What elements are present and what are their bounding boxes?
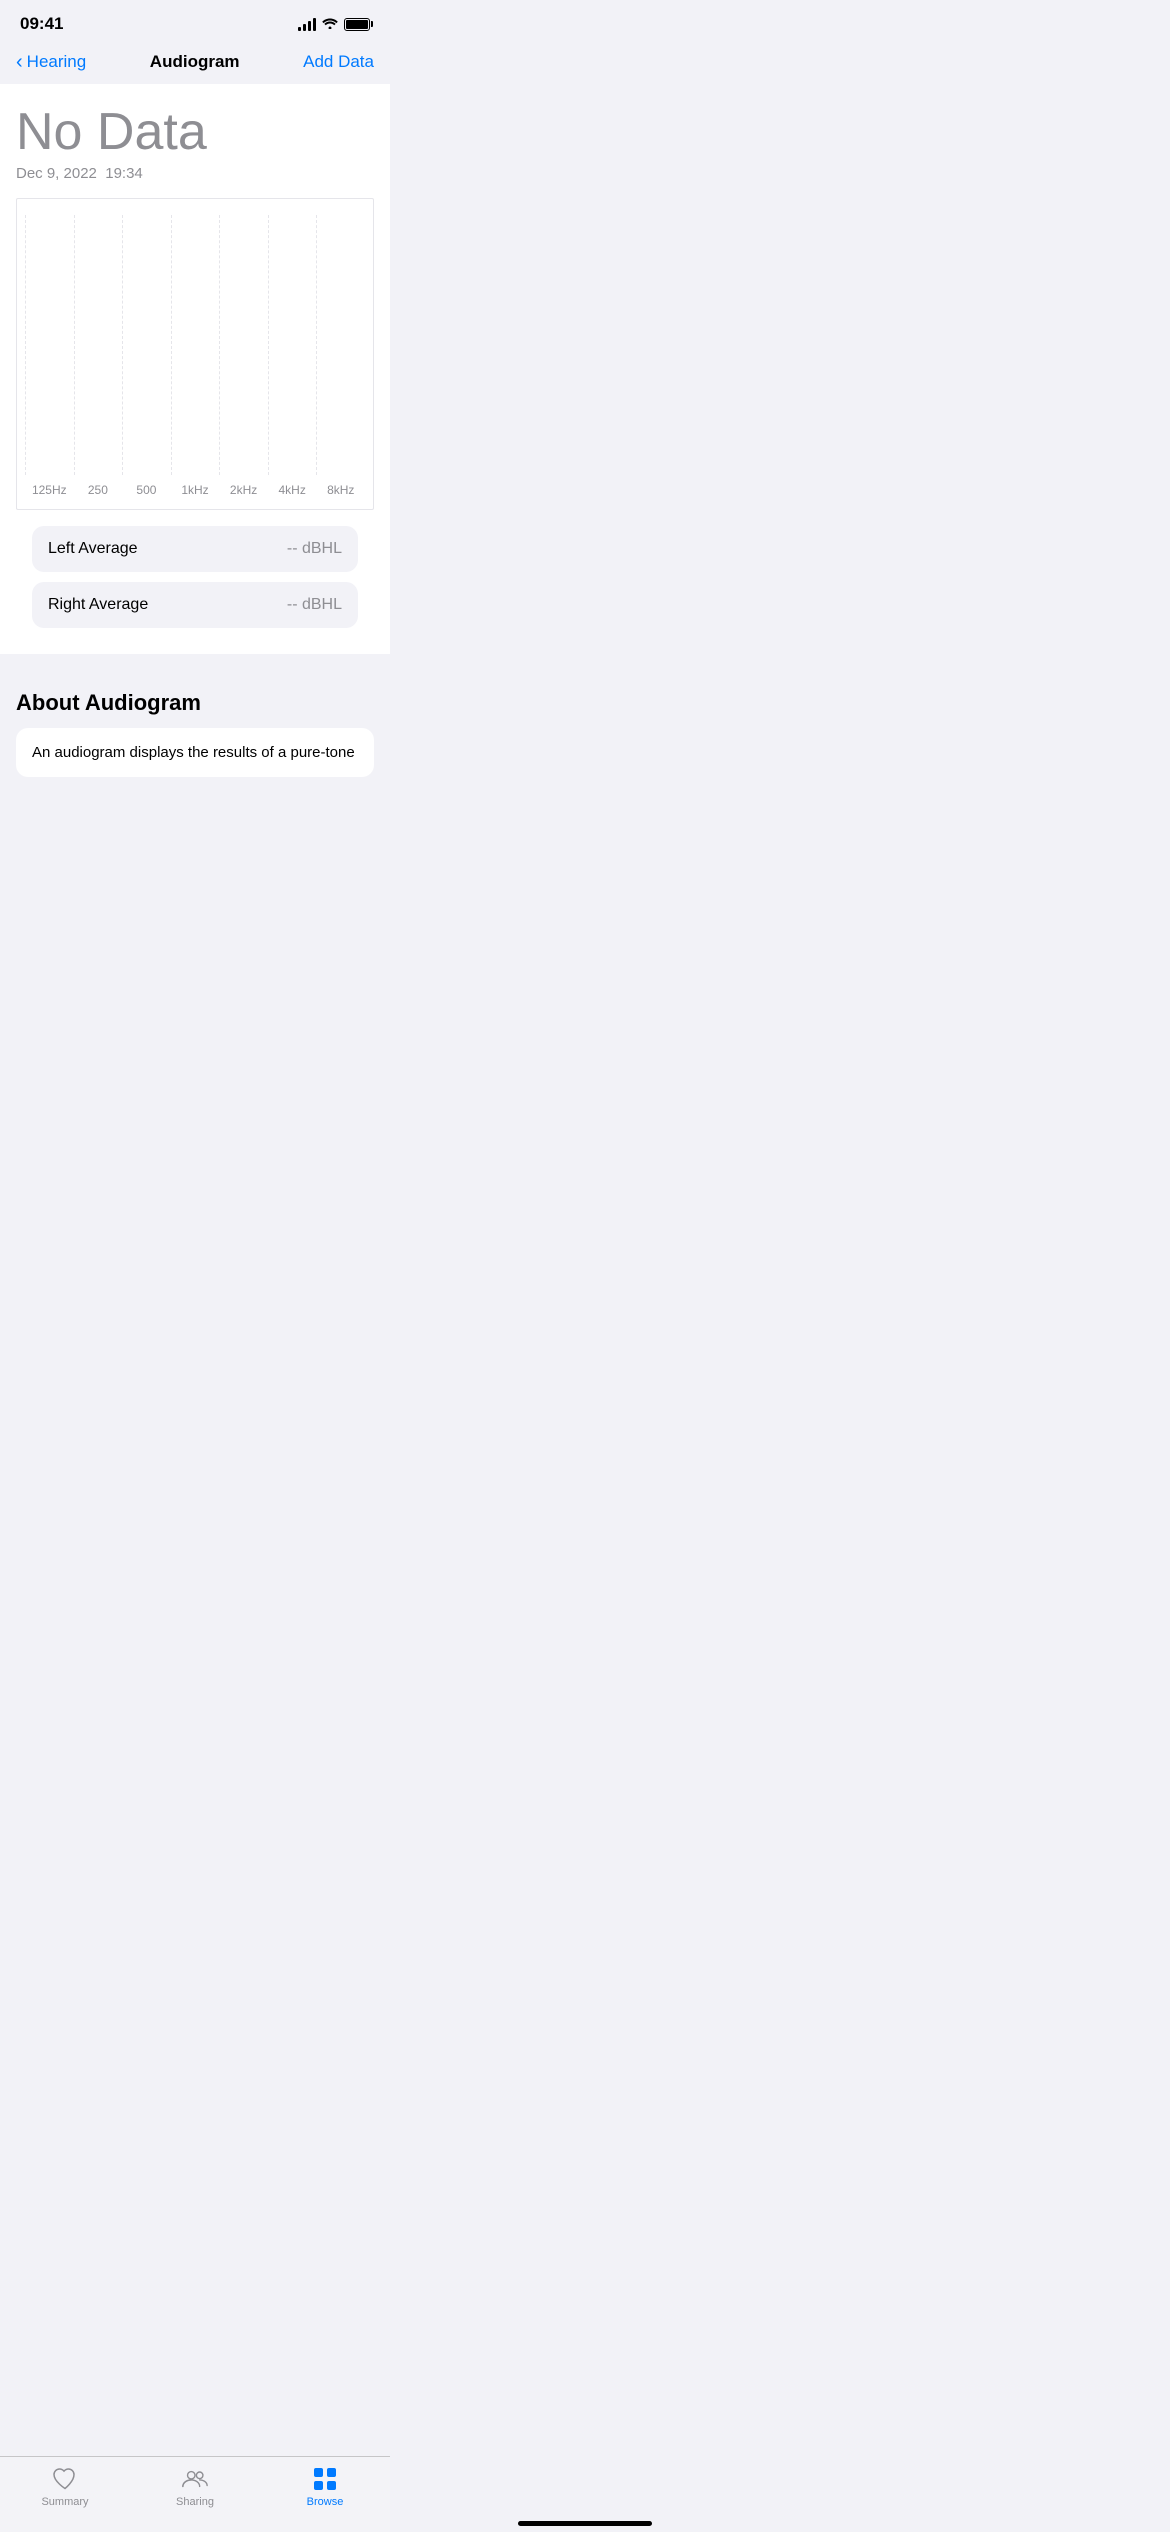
chart-label-1khz: 1kHz xyxy=(171,483,220,497)
status-icons xyxy=(298,16,370,32)
nav-bar: ‹ Hearing Audiogram Add Data xyxy=(0,42,390,84)
chart-col-7 xyxy=(317,215,365,475)
status-bar: 09:41 xyxy=(0,0,390,42)
right-average-value: -- dBHL xyxy=(287,596,342,614)
about-card: An audiogram displays the results of a p… xyxy=(16,728,374,777)
left-average-label: Left Average xyxy=(48,540,138,558)
right-average-card: Right Average -- dBHL xyxy=(32,582,358,628)
page-title: Audiogram xyxy=(150,52,240,72)
chart-label-2khz: 2kHz xyxy=(219,483,268,497)
signal-icon xyxy=(298,17,316,31)
people-icon xyxy=(181,2465,209,2493)
chart-col-5 xyxy=(220,215,269,475)
about-title: About Audiogram xyxy=(16,690,374,716)
back-label: Hearing xyxy=(27,52,87,72)
chart-grid xyxy=(17,215,373,475)
tab-summary[interactable]: Summary xyxy=(0,2465,130,2508)
chart-col-2 xyxy=(75,215,124,475)
left-average-value: -- dBHL xyxy=(287,540,342,558)
info-section: Left Average -- dBHL Right Average -- dB… xyxy=(16,510,374,654)
tab-summary-label: Summary xyxy=(41,2496,88,2508)
add-data-button[interactable]: Add Data xyxy=(303,52,374,72)
chart-col-1 xyxy=(25,215,75,475)
audiogram-chart: 125Hz 250 500 1kHz 2kHz 4kHz 8kHz xyxy=(16,198,374,510)
chart-label-4khz: 4kHz xyxy=(268,483,317,497)
wifi-icon xyxy=(322,16,338,32)
chart-label-8khz: 8kHz xyxy=(316,483,365,497)
chart-x-axis: 125Hz 250 500 1kHz 2kHz 4kHz 8kHz xyxy=(17,475,373,509)
about-section: About Audiogram An audiogram displays th… xyxy=(0,670,390,793)
tab-browse[interactable]: Browse xyxy=(260,2465,390,2508)
grid-icon xyxy=(311,2465,339,2493)
chart-label-125hz: 125Hz xyxy=(25,483,74,497)
tab-sharing-label: Sharing xyxy=(176,2496,214,2508)
tab-bar: Summary Sharing Browse xyxy=(0,2456,390,2532)
about-text: An audiogram displays the results of a p… xyxy=(32,742,358,763)
chart-label-500: 500 xyxy=(122,483,171,497)
no-data-title: No Data xyxy=(16,104,374,161)
status-time: 09:41 xyxy=(20,14,63,34)
chart-label-250: 250 xyxy=(74,483,123,497)
battery-icon xyxy=(344,18,370,31)
chevron-left-icon: ‹ xyxy=(16,52,23,72)
heart-icon xyxy=(51,2465,79,2493)
tab-sharing[interactable]: Sharing xyxy=(130,2465,260,2508)
home-indicator xyxy=(518,2521,652,2526)
data-date: Dec 9, 2022 19:34 xyxy=(16,165,374,182)
chart-col-6 xyxy=(269,215,318,475)
right-average-label: Right Average xyxy=(48,596,148,614)
main-content: No Data Dec 9, 2022 19:34 125Hz 250 500 … xyxy=(0,84,390,654)
chart-col-3 xyxy=(123,215,172,475)
tab-browse-label: Browse xyxy=(307,2496,344,2508)
left-average-card: Left Average -- dBHL xyxy=(32,526,358,572)
chart-col-4 xyxy=(172,215,221,475)
back-button[interactable]: ‹ Hearing xyxy=(16,52,86,72)
